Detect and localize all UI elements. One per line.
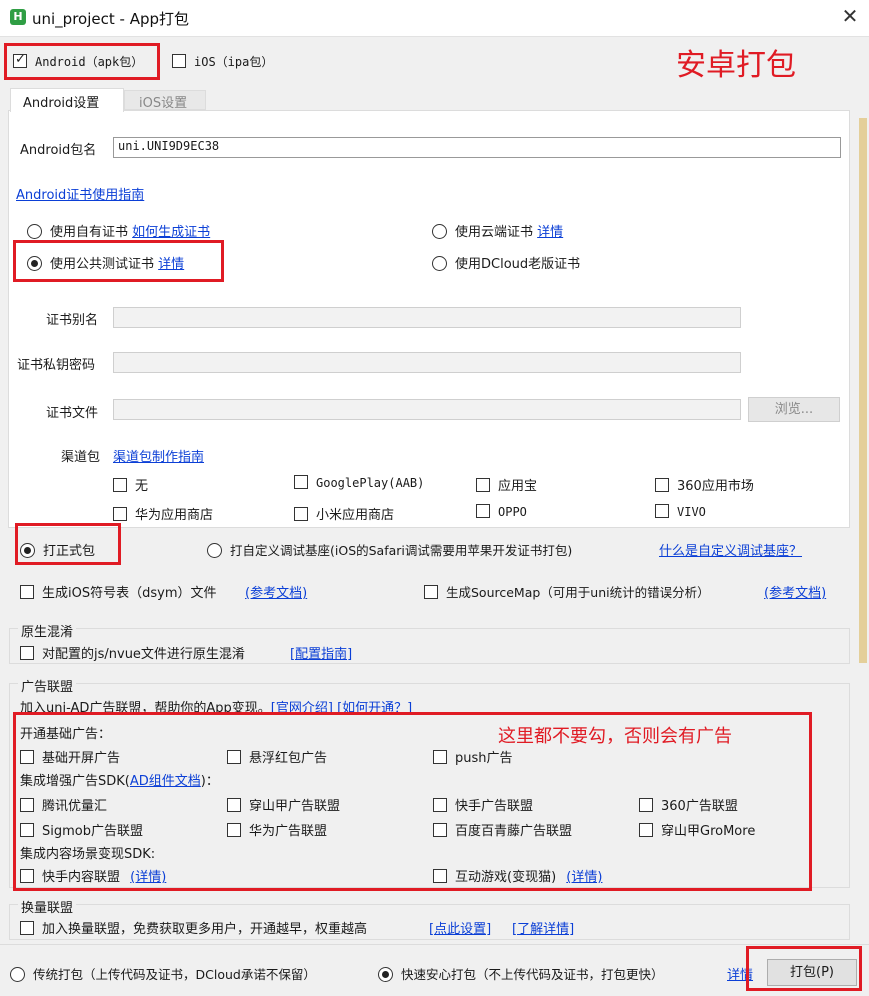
annotation-android-pack: 安卓打包 <box>676 48 796 83</box>
ios-ipa-label: iOS（ipa包） <box>194 55 274 69</box>
checkbox-icon[interactable] <box>20 921 34 935</box>
cert-guide-link[interactable]: Android证书使用指南 <box>16 184 144 203</box>
checkbox-icon[interactable] <box>294 475 308 489</box>
channel-guide-link[interactable]: 渠道包制作指南 <box>113 446 204 465</box>
cert-cloud-link[interactable]: 详情 <box>537 225 563 240</box>
channel-option-yingyongbao[interactable]: 应用宝 <box>476 475 537 494</box>
channel-360-label: 360应用市场 <box>677 479 754 494</box>
app-logo-icon: H <box>10 9 26 25</box>
channel-yingyongbao-label: 应用宝 <box>498 479 538 494</box>
exchange-option[interactable]: 加入换量联盟，免费获取更多用户，开通越早，权重越高 <box>20 918 367 937</box>
highlight-box-formal-build <box>15 523 121 565</box>
tab-android-settings[interactable]: Android设置 <box>10 88 124 112</box>
checkbox-icon[interactable] <box>476 478 490 492</box>
dsym-label: 生成iOS符号表（dsym）文件 <box>42 586 217 601</box>
radio-checked-icon[interactable] <box>378 967 393 982</box>
cert-password-label: 证书私钥密码 <box>17 358 96 373</box>
sourcemap-doc-link[interactable]: (参考文档) <box>764 582 826 601</box>
radio-icon[interactable] <box>207 543 222 558</box>
cert-dcloud-old-option[interactable]: 使用DCloud老版证书 <box>432 253 580 272</box>
obfuscation-option[interactable]: 对配置的js/nvue文件进行原生混淆 <box>20 643 245 662</box>
checkbox-icon[interactable] <box>424 585 438 599</box>
cert-own-link[interactable]: 如何生成证书 <box>132 225 210 240</box>
ads-title: 广告联盟 <box>18 676 77 695</box>
channel-none-label: 无 <box>135 479 149 494</box>
sourcemap-option[interactable]: 生成SourceMap（可用于uni统计的错误分析） <box>424 582 710 601</box>
exchange-settings-link[interactable]: [点此设置] <box>429 918 491 937</box>
cert-cloud-option[interactable]: 使用云端证书 详情 <box>432 221 563 240</box>
radio-icon[interactable] <box>27 224 42 239</box>
dsym-doc-link[interactable]: (参考文档) <box>245 582 307 601</box>
checkbox-icon[interactable] <box>113 478 127 492</box>
build-custom-option[interactable]: 打自定义调试基座(iOS的Safari调试需要用苹果开发证书打包) <box>207 540 572 559</box>
checkbox-icon[interactable] <box>476 504 490 518</box>
scrollbar[interactable] <box>859 118 867 663</box>
browse-button[interactable]: 浏览... <box>748 397 840 422</box>
window-title: uni_project - App打包 <box>32 10 189 28</box>
package-name-label: Android包名 <box>20 143 97 158</box>
highlight-box-pack-button <box>746 946 862 991</box>
cert-password-input[interactable] <box>113 352 741 373</box>
checkbox-icon[interactable] <box>172 54 186 68</box>
checkbox-icon[interactable] <box>20 585 34 599</box>
cert-alias-input[interactable] <box>113 307 741 328</box>
cert-own-label: 使用自有证书 <box>50 225 129 240</box>
checkbox-icon[interactable] <box>294 507 308 521</box>
highlight-box-public-cert <box>13 240 224 282</box>
sourcemap-label: 生成SourceMap（可用于uni统计的错误分析） <box>446 585 710 600</box>
channel-option-vivo[interactable]: VIVO <box>655 504 706 520</box>
radio-icon[interactable] <box>10 967 25 982</box>
pack-traditional-label: 传统打包（上传代码及证书，DCloud承诺不保留） <box>33 967 316 982</box>
exchange-title: 换量联盟 <box>18 897 77 916</box>
dsym-option[interactable]: 生成iOS符号表（dsym）文件 <box>20 582 216 601</box>
pack-traditional-option[interactable]: 传统打包（上传代码及证书，DCloud承诺不保留） <box>10 964 316 983</box>
channel-googleplay-label: GooglePlay(AAB) <box>316 476 425 490</box>
build-custom-label: 打自定义调试基座(iOS的Safari调试需要用苹果开发证书打包) <box>230 543 573 558</box>
footer-divider <box>0 944 869 945</box>
channel-option-googleplay[interactable]: GooglePlay(AAB) <box>294 475 424 491</box>
obfuscation-label: 对配置的js/nvue文件进行原生混淆 <box>42 647 245 662</box>
channel-option-huawei[interactable]: 华为应用商店 <box>113 504 213 523</box>
package-name-input[interactable]: uni.UNI9D9EC38 <box>113 137 841 158</box>
channel-option-oppo[interactable]: OPPO <box>476 504 527 520</box>
custom-base-link[interactable]: 什么是自定义调试基座？ <box>659 540 802 559</box>
channel-option-none[interactable]: 无 <box>113 475 148 494</box>
channel-vivo-label: VIVO <box>677 505 706 519</box>
exchange-label: 加入换量联盟，免费获取更多用户，开通越早，权重越高 <box>42 922 368 937</box>
close-icon[interactable]: ✕ <box>838 4 862 28</box>
ios-ipa-option[interactable]: iOS（ipa包） <box>172 53 273 70</box>
channel-xiaomi-label: 小米应用商店 <box>316 508 395 523</box>
cert-alias-label: 证书别名 <box>46 313 99 328</box>
cert-own-option[interactable]: 使用自有证书 如何生成证书 <box>27 221 210 240</box>
obfuscation-title: 原生混淆 <box>18 621 77 640</box>
channel-option-xiaomi[interactable]: 小米应用商店 <box>294 504 394 523</box>
checkbox-icon[interactable] <box>20 646 34 660</box>
channel-label: 渠道包 <box>61 450 101 465</box>
channel-huawei-label: 华为应用商店 <box>135 508 214 523</box>
pack-fast-option[interactable]: 快速安心打包（不上传代码及证书，打包更快） <box>378 964 664 983</box>
exchange-detail-link[interactable]: [了解详情] <box>512 918 574 937</box>
cert-dcloud-old-label: 使用DCloud老版证书 <box>455 257 581 272</box>
obfuscation-guide-link[interactable]: [配置指南] <box>290 643 352 662</box>
tab-ios-settings[interactable]: iOS设置 <box>124 90 206 111</box>
cert-cloud-label: 使用云端证书 <box>455 225 534 240</box>
checkbox-icon[interactable] <box>113 507 127 521</box>
checkbox-icon[interactable] <box>655 504 669 518</box>
highlight-box-android <box>4 43 160 80</box>
channel-oppo-label: OPPO <box>498 505 527 519</box>
pack-fast-label: 快速安心打包（不上传代码及证书，打包更快） <box>401 967 664 982</box>
cert-file-label: 证书文件 <box>46 406 99 421</box>
radio-icon[interactable] <box>432 256 447 271</box>
cert-file-input[interactable] <box>113 399 741 420</box>
channel-option-360[interactable]: 360应用市场 <box>655 475 754 494</box>
checkbox-icon[interactable] <box>655 478 669 492</box>
radio-icon[interactable] <box>432 224 447 239</box>
annotation-no-ads: 这里都不要勾，否则会有广告 <box>498 726 732 747</box>
